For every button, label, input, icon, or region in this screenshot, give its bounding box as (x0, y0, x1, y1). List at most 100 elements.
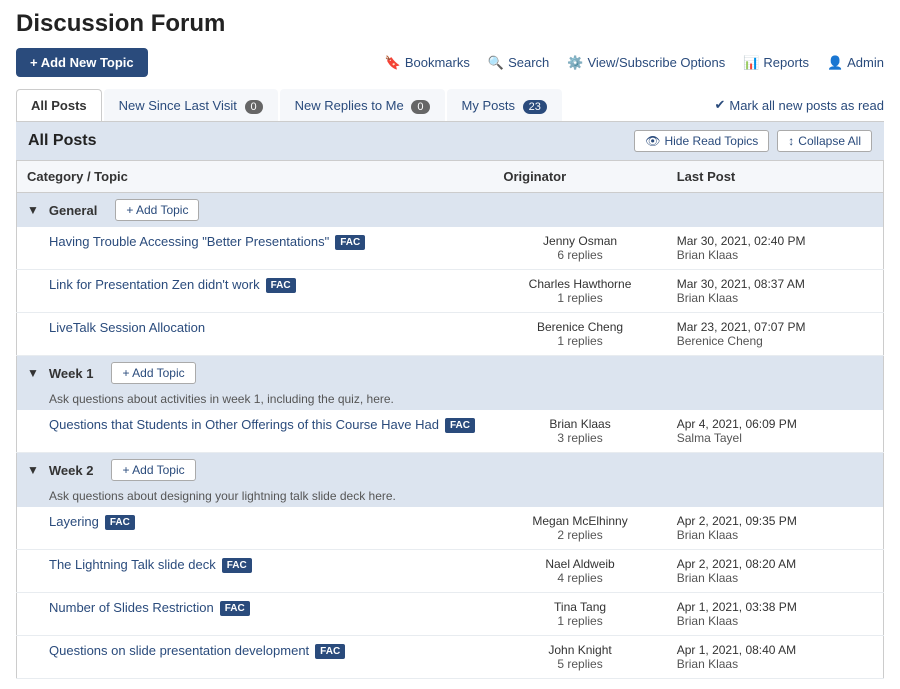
replies-count: 6 replies (503, 248, 656, 262)
last-post-cell: Apr 2, 2021, 09:35 PM Brian Klaas (667, 507, 884, 550)
fac-badge: FAC (220, 601, 250, 616)
view-subscribe-link[interactable]: ⚙️ View/Subscribe Options (567, 55, 725, 71)
search-icon: 🔍 (488, 55, 504, 71)
last-post-cell: Mar 30, 2021, 08:37 AM Brian Klaas (667, 270, 884, 313)
col-header-topic: Category / Topic (17, 161, 494, 193)
topic-link[interactable]: Questions that Students in Other Offerin… (49, 417, 439, 432)
topic-link[interactable]: LiveTalk Session Allocation (49, 320, 205, 335)
group-name: Week 1 (49, 366, 94, 381)
group-description-1: Ask questions about activities in week 1… (17, 390, 884, 410)
table-row: Number of Slides RestrictionFAC Tina Tan… (17, 593, 884, 636)
originator-name: Charles Hawthorne (503, 277, 656, 291)
page-title: Discussion Forum (16, 10, 884, 38)
tab-new-replies[interactable]: New Replies to Me 0 (280, 89, 445, 121)
all-posts-section-header: All Posts 👁 Hide Read Topics ↕ Collapse … (16, 122, 884, 160)
new-since-badge: 0 (245, 100, 263, 114)
last-post-cell: Apr 1, 2021, 03:38 PM Brian Klaas (667, 593, 884, 636)
topic-cell: Questions that Students in Other Offerin… (17, 410, 494, 453)
my-posts-badge: 23 (523, 100, 547, 114)
table-row: Having Trouble Accessing "Better Present… (17, 227, 884, 270)
chevron-icon: ▼ (27, 203, 39, 217)
table-row: Link for Presentation Zen didn't work FAC… (17, 270, 884, 313)
reports-link[interactable]: 📊 Reports (743, 55, 809, 71)
last-post-date: Mar 30, 2021, 02:40 PM (677, 234, 873, 248)
group-description-2: Ask questions about designing your light… (17, 487, 884, 507)
add-topic-in-group-button[interactable]: + Add Topic (111, 362, 195, 384)
topic-link[interactable]: Having Trouble Accessing "Better Present… (49, 234, 329, 249)
last-post-user: Salma Tayel (677, 431, 873, 445)
originator-name: Brian Klaas (503, 417, 656, 431)
topic-link[interactable]: Layering (49, 514, 99, 529)
replies-count: 1 replies (503, 334, 656, 348)
originator-name: John Knight (503, 643, 656, 657)
collapse-icon: ↕ (788, 134, 794, 148)
admin-icon: 👤 (827, 55, 843, 71)
last-post-user: Brian Klaas (677, 614, 873, 628)
search-link[interactable]: 🔍 Search (488, 55, 549, 71)
collapse-all-button[interactable]: ↕ Collapse All (777, 130, 872, 152)
gear-icon: ⚙️ (567, 55, 583, 71)
table-row: LayeringFAC Megan McElhinny 2 replies Ap… (17, 507, 884, 550)
replies-count: 1 replies (503, 291, 656, 305)
tab-new-since[interactable]: New Since Last Visit 0 (104, 89, 278, 121)
last-post-cell: Apr 2, 2021, 08:20 AM Brian Klaas (667, 550, 884, 593)
topic-cell: LayeringFAC (17, 507, 494, 550)
checkmark-icon: ✔ (714, 97, 725, 113)
replies-count: 5 replies (503, 657, 656, 671)
last-post-user: Berenice Cheng (677, 334, 873, 348)
last-post-date: Apr 2, 2021, 09:35 PM (677, 514, 873, 528)
topic-link[interactable]: Number of Slides Restriction (49, 600, 214, 615)
table-row: The Lightning Talk slide deck FAC Nael Al… (17, 550, 884, 593)
mark-all-read[interactable]: ✔ Mark all new posts as read (714, 97, 884, 113)
originator-cell: Brian Klaas 3 replies (493, 410, 666, 453)
fac-badge: FAC (222, 558, 252, 573)
fac-badge: FAC (315, 644, 345, 659)
last-post-user: Brian Klaas (677, 291, 873, 305)
originator-name: Nael Aldweib (503, 557, 656, 571)
last-post-cell: Apr 4, 2021, 06:09 PM Salma Tayel (667, 410, 884, 453)
topic-link[interactable]: Link for Presentation Zen didn't work (49, 277, 260, 292)
last-post-user: Brian Klaas (677, 571, 873, 585)
nav-links: 🔖 Bookmarks 🔍 Search ⚙️ View/Subscribe O… (385, 55, 884, 71)
replies-count: 2 replies (503, 528, 656, 542)
section-actions: 👁 Hide Read Topics ↕ Collapse All (634, 130, 872, 152)
replies-count: 1 replies (503, 614, 656, 628)
originator-cell: John Knight 5 replies (493, 636, 666, 679)
last-post-date: Mar 23, 2021, 07:07 PM (677, 320, 873, 334)
topic-link[interactable]: Questions on slide presentation developm… (49, 643, 309, 658)
tabs-bar: All Posts New Since Last Visit 0 New Rep… (16, 89, 884, 122)
group-header-1: ▼ Week 1 + Add Topic (17, 356, 884, 391)
hide-read-topics-button[interactable]: 👁 Hide Read Topics (634, 130, 769, 152)
topic-cell: The Lightning Talk slide deck FAC (17, 550, 494, 593)
originator-name: Berenice Cheng (503, 320, 656, 334)
originator-name: Megan McElhinny (503, 514, 656, 528)
bookmarks-link[interactable]: 🔖 Bookmarks (385, 55, 470, 71)
replies-count: 4 replies (503, 571, 656, 585)
last-post-date: Apr 1, 2021, 03:38 PM (677, 600, 873, 614)
col-header-last-post: Last Post (667, 161, 884, 193)
originator-cell: Jenny Osman 6 replies (493, 227, 666, 270)
all-posts-heading: All Posts (28, 132, 96, 150)
topic-cell: LiveTalk Session Allocation (17, 313, 494, 356)
chevron-icon: ▼ (27, 463, 39, 477)
last-post-date: Apr 4, 2021, 06:09 PM (677, 417, 873, 431)
fac-badge: FAC (266, 278, 296, 293)
last-post-cell: Mar 23, 2021, 07:07 PM Berenice Cheng (667, 313, 884, 356)
originator-cell: Berenice Cheng 1 replies (493, 313, 666, 356)
add-topic-button[interactable]: + Add New Topic (16, 48, 148, 77)
chevron-icon: ▼ (27, 366, 39, 380)
originator-cell: Charles Hawthorne 1 replies (493, 270, 666, 313)
add-topic-in-group-button[interactable]: + Add Topic (115, 199, 199, 221)
tab-all-posts[interactable]: All Posts (16, 89, 102, 121)
admin-link[interactable]: 👤 Admin (827, 55, 884, 71)
fac-badge: FAC (335, 235, 365, 250)
fac-badge: FAC (445, 418, 475, 433)
group-name: General (49, 203, 97, 218)
tab-my-posts[interactable]: My Posts 23 (447, 89, 562, 121)
group-name: Week 2 (49, 463, 94, 478)
last-post-user: Brian Klaas (677, 528, 873, 542)
topic-link[interactable]: The Lightning Talk slide deck (49, 557, 216, 572)
topic-cell: Link for Presentation Zen didn't work FAC (17, 270, 494, 313)
topic-cell: Number of Slides Restriction FAC (17, 593, 494, 636)
add-topic-in-group-button[interactable]: + Add Topic (111, 459, 195, 481)
